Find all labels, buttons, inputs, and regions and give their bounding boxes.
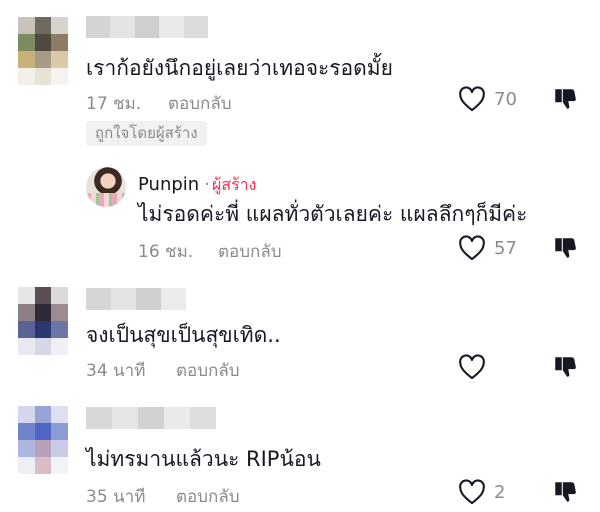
comment-time: 17 ชม. [86, 94, 142, 114]
reply-button[interactable]: ตอบกลับ [168, 90, 232, 117]
reply-button[interactable]: ตอบกลับ [176, 483, 240, 510]
heart-outline-icon [459, 354, 485, 380]
like-count: 70 [494, 88, 517, 110]
reply-time: 16 ชม. [138, 242, 194, 262]
avatar[interactable] [18, 17, 68, 85]
thumbs-down-icon[interactable] [552, 86, 578, 112]
username-redacted [86, 288, 186, 310]
reply-author-name[interactable]: Punpin [138, 174, 199, 195]
reply-text: ไม่รอดค่ะพี่ แผลทั่วตัวเลยค่ะ แผลลึกๆก็ม… [138, 202, 528, 226]
comment-time: 35 นาที [86, 487, 146, 507]
like-button[interactable]: 2 [458, 479, 505, 505]
username-redacted [86, 407, 216, 429]
heart-outline-icon [459, 479, 485, 505]
reply-author-line: Punpin · ผู้สร้าง [138, 173, 256, 198]
username-redacted [86, 16, 209, 38]
thumbs-down-icon[interactable] [552, 354, 578, 380]
comment-time: 34 นาที [86, 361, 146, 381]
like-button[interactable]: 70 [458, 86, 517, 112]
liked-by-creator-badge: ถูกใจโดยผู้สร้าง [86, 121, 207, 146]
reply-button[interactable]: ตอบกลับ [218, 238, 282, 265]
heart-outline-icon [459, 235, 485, 261]
like-count: 2 [494, 481, 506, 503]
creator-avatar[interactable] [86, 167, 126, 207]
creator-label: ผู้สร้าง [211, 175, 257, 194]
avatar[interactable] [18, 406, 68, 474]
author-separator: · [204, 174, 210, 195]
like-button[interactable] [458, 354, 494, 380]
thumbs-down-icon[interactable] [552, 235, 578, 261]
like-button[interactable]: 57 [458, 235, 517, 261]
avatar[interactable] [18, 287, 68, 355]
comment-text: เราก้อยังนึกอยู่เลยว่าเทอจะรอดมั้ย [86, 56, 393, 80]
comment-text: จงเป็นสุขเป็นสุขเทิด.. [86, 323, 281, 347]
reply-button[interactable]: ตอบกลับ [176, 357, 240, 384]
like-count: 57 [494, 237, 517, 259]
heart-outline-icon [459, 86, 485, 112]
thumbs-down-icon[interactable] [552, 479, 578, 505]
comment-text: ไม่ทรมานแล้วนะ RIPน้อน [86, 447, 321, 471]
